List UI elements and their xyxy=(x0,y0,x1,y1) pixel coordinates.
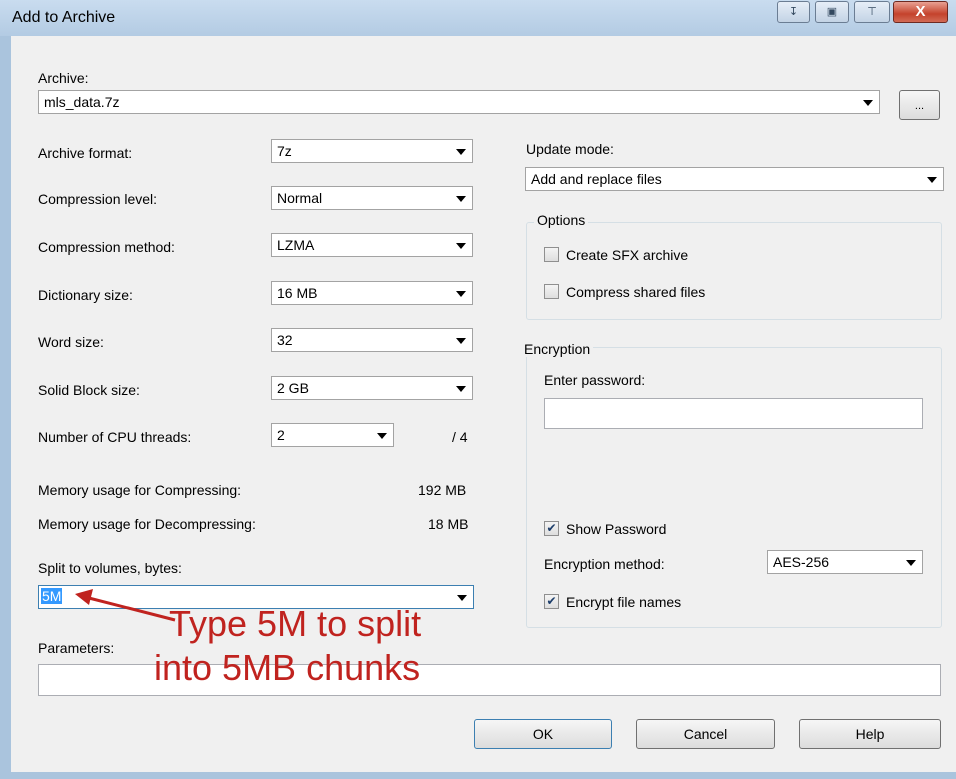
compress-shared-checkbox[interactable] xyxy=(544,284,559,299)
archive-label: Archive: xyxy=(38,70,89,86)
collapse-icon[interactable]: ↧ xyxy=(777,1,810,23)
password-label: Enter password: xyxy=(544,372,646,388)
split-volumes-label: Split to volumes, bytes: xyxy=(38,560,182,576)
sfx-label: Create SFX archive xyxy=(566,247,689,263)
parameters-label: Parameters: xyxy=(38,640,115,656)
encryption-method-label: Encryption method: xyxy=(544,556,665,572)
chevron-down-icon xyxy=(906,560,916,566)
encryption-method-combo[interactable]: AES-256 xyxy=(767,550,923,574)
chevron-down-icon xyxy=(456,338,466,344)
cpu-threads-label: Number of CPU threads: xyxy=(38,429,192,445)
compression-method-value: LZMA xyxy=(277,237,315,253)
compression-level-label: Compression level: xyxy=(38,191,158,207)
title-bar[interactable]: Add to Archive ↧ ▣ ⊤ X xyxy=(0,0,956,36)
word-size-combo[interactable]: 32 xyxy=(271,328,473,352)
archive-path-value: mls_data.7z xyxy=(44,94,120,110)
dictionary-size-combo[interactable]: 16 MB xyxy=(271,281,473,305)
chevron-down-icon xyxy=(863,100,873,106)
solid-block-size-combo[interactable]: 2 GB xyxy=(271,376,473,400)
archive-format-label: Archive format: xyxy=(38,145,133,161)
chevron-down-icon xyxy=(927,177,937,183)
dialog-body: Archive: mls_data.7z ... Archive format:… xyxy=(11,36,956,772)
archive-format-value: 7z xyxy=(277,143,292,159)
annotation-line-2: into 5MB chunks xyxy=(154,647,421,688)
encrypt-names-checkbox[interactable]: ✔ xyxy=(544,594,559,609)
word-size-value: 32 xyxy=(277,332,293,348)
dialog-window: Add to Archive ↧ ▣ ⊤ X Archive: mls_data… xyxy=(0,0,956,779)
dictionary-size-value: 16 MB xyxy=(277,285,318,301)
annotation-arrow-shaft xyxy=(84,595,176,622)
split-volumes-value[interactable]: 5M xyxy=(41,588,63,604)
update-mode-value: Add and replace files xyxy=(531,171,662,187)
memory-decompress-label: Memory usage for Decompressing: xyxy=(38,516,256,532)
memory-decompress-value: 18 MB xyxy=(428,516,469,532)
chevron-down-icon xyxy=(456,149,466,155)
archive-format-combo[interactable]: 7z xyxy=(271,139,473,163)
word-size-label: Word size: xyxy=(38,334,104,350)
memory-compress-value: 192 MB xyxy=(418,482,467,498)
cpu-threads-combo[interactable]: 2 xyxy=(271,423,394,447)
window-title: Add to Archive xyxy=(12,9,116,26)
chevron-down-icon xyxy=(456,243,466,249)
browse-button[interactable]: ... xyxy=(899,90,940,120)
compression-level-value: Normal xyxy=(277,190,323,206)
compression-method-combo[interactable]: LZMA xyxy=(271,233,473,257)
memory-compress-label: Memory usage for Compressing: xyxy=(38,482,242,498)
options-group xyxy=(526,222,942,320)
show-password-label: Show Password xyxy=(566,521,667,537)
password-input[interactable] xyxy=(544,398,923,429)
restore-icon[interactable]: ▣ xyxy=(815,1,849,23)
show-password-checkbox[interactable]: ✔ xyxy=(544,521,559,536)
cpu-threads-max: / 4 xyxy=(452,429,468,445)
chevron-down-icon xyxy=(457,595,467,601)
annotation-line-1: Type 5M to split xyxy=(169,603,422,644)
options-group-label: Options xyxy=(534,212,589,228)
encryption-group-label: Encryption xyxy=(521,341,594,357)
update-mode-label: Update mode: xyxy=(526,141,614,157)
chevron-down-icon xyxy=(377,433,387,439)
encryption-group xyxy=(526,347,942,628)
close-icon[interactable]: X xyxy=(893,1,948,23)
annotation-arrow-head xyxy=(75,589,93,605)
chevron-down-icon xyxy=(456,291,466,297)
compression-level-combo[interactable]: Normal xyxy=(271,186,473,210)
compression-method-label: Compression method: xyxy=(38,239,175,255)
archive-path-combo[interactable]: mls_data.7z xyxy=(38,90,880,114)
dictionary-size-label: Dictionary size: xyxy=(38,287,133,303)
cancel-button[interactable]: Cancel xyxy=(636,719,775,749)
solid-block-size-value: 2 GB xyxy=(277,380,309,396)
update-mode-combo[interactable]: Add and replace files xyxy=(525,167,944,191)
encrypt-names-label: Encrypt file names xyxy=(566,594,682,610)
sfx-checkbox[interactable] xyxy=(544,247,559,262)
help-button[interactable]: Help xyxy=(799,719,941,749)
solid-block-size-label: Solid Block size: xyxy=(38,382,140,398)
ok-button[interactable]: OK xyxy=(474,719,612,749)
chevron-down-icon xyxy=(456,386,466,392)
chevron-down-icon xyxy=(456,196,466,202)
pin-icon[interactable]: ⊤ xyxy=(854,1,890,23)
compress-shared-label: Compress shared files xyxy=(566,284,706,300)
encryption-method-value: AES-256 xyxy=(773,554,830,570)
cpu-threads-value: 2 xyxy=(277,427,285,443)
